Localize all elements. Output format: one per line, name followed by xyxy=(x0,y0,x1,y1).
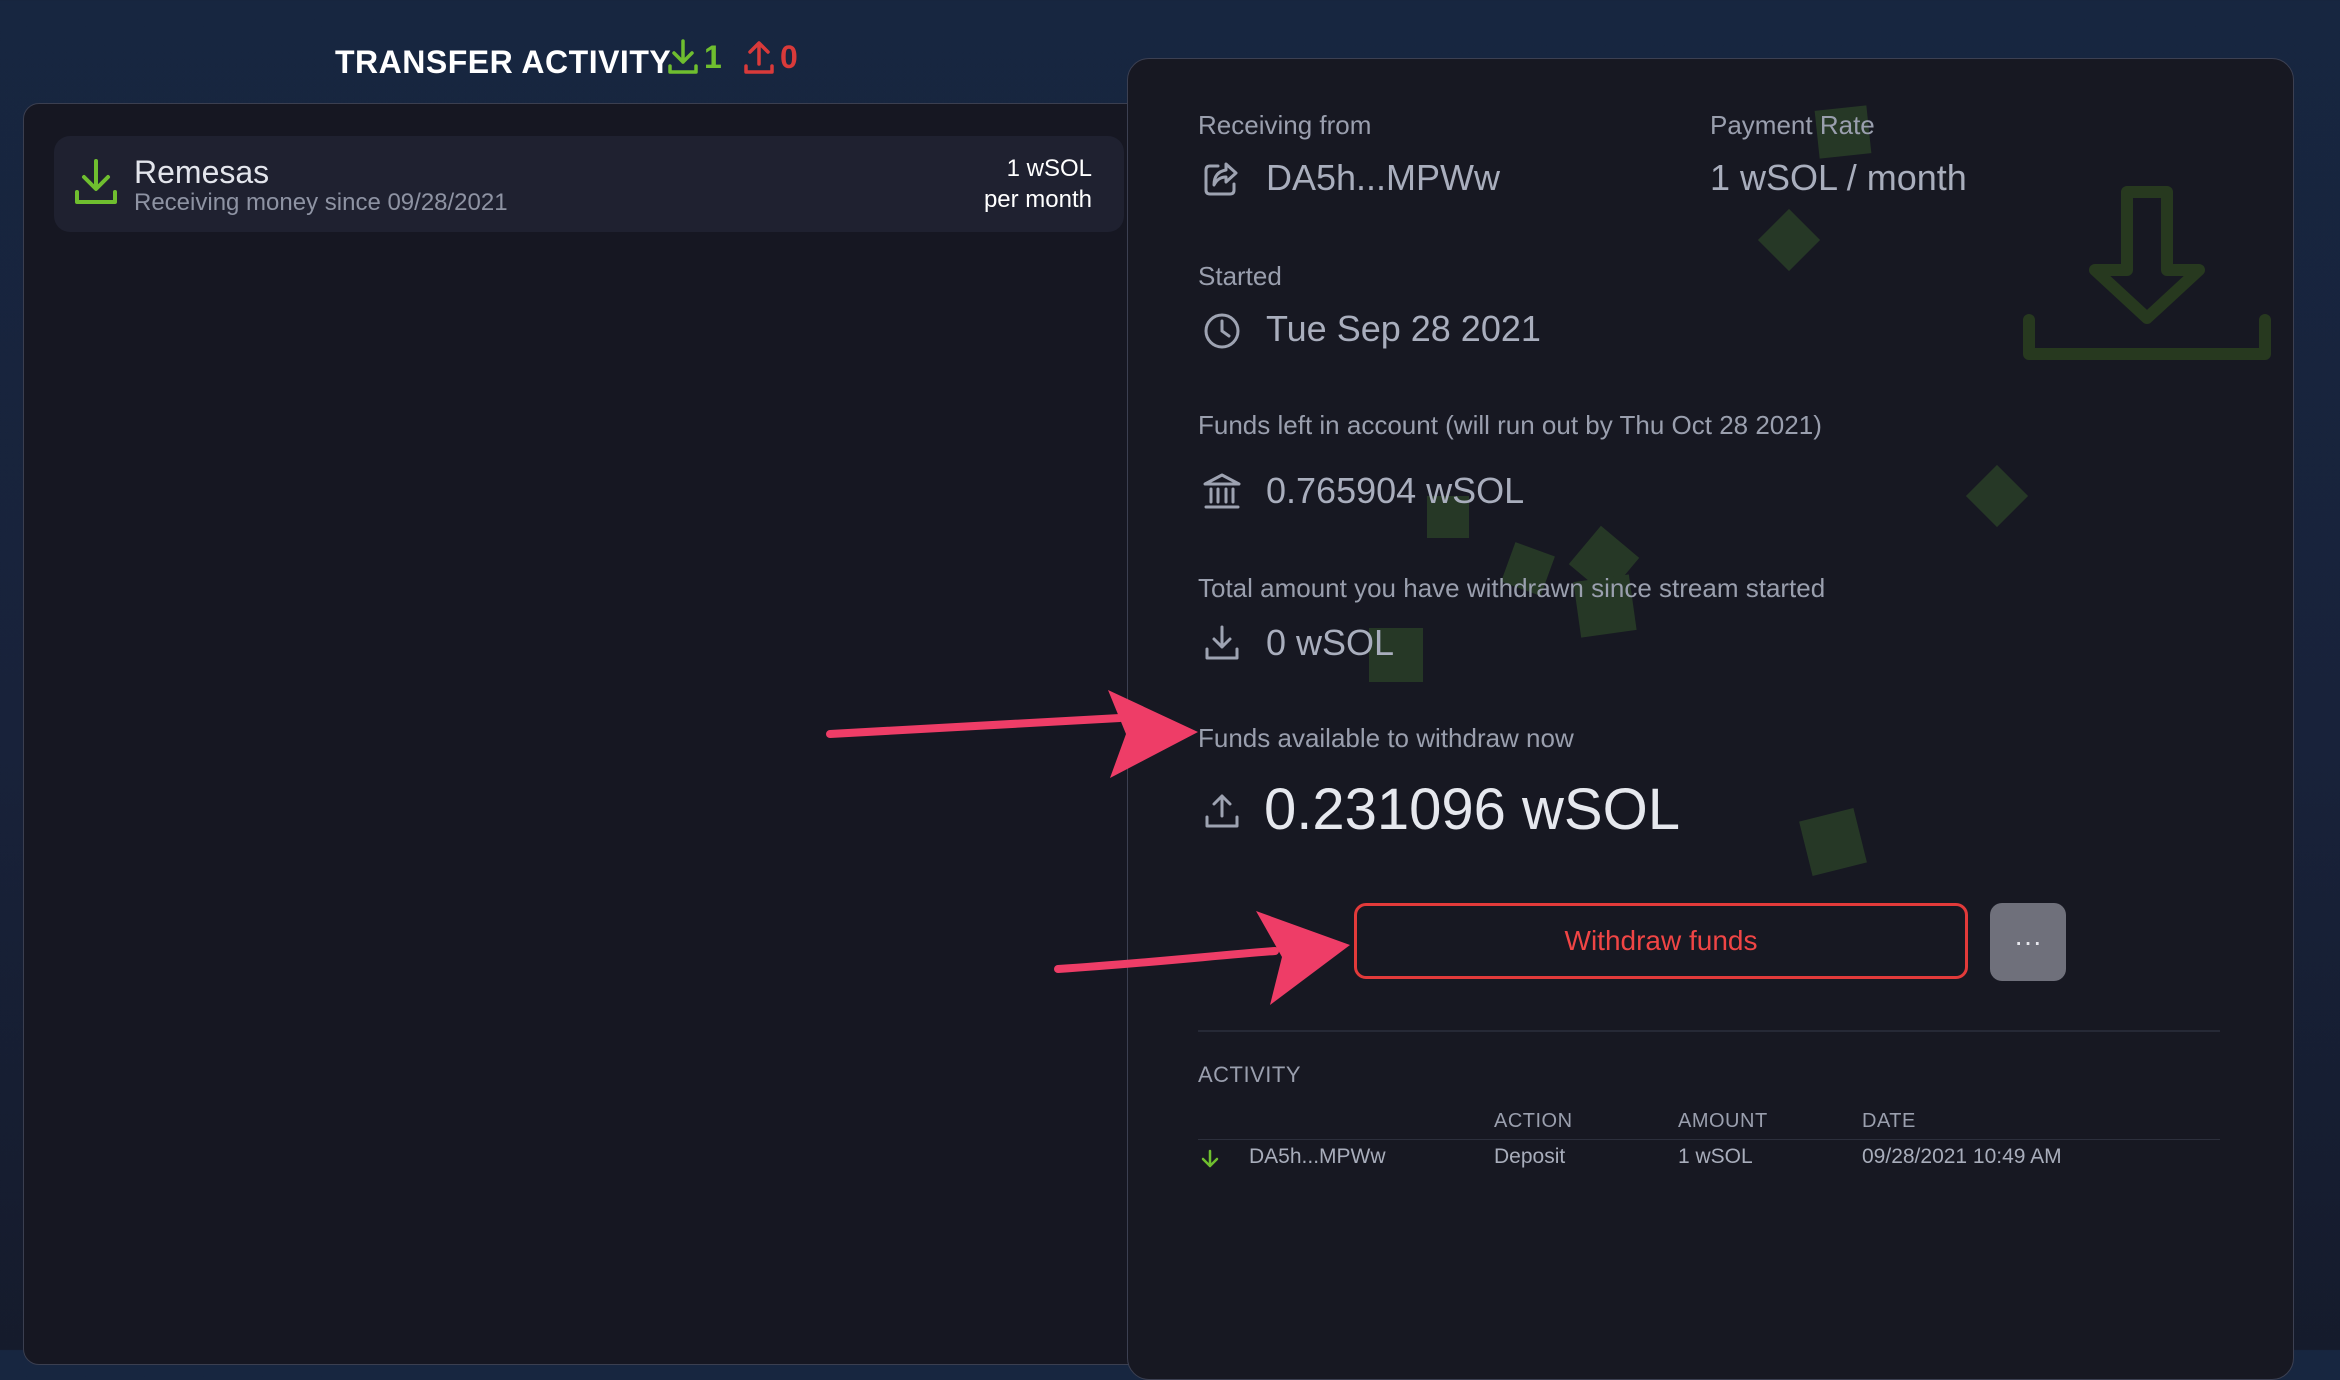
receiving-from-label: Receiving from xyxy=(1198,110,1372,140)
page-title: TRANSFER ACTIVITY xyxy=(335,44,672,80)
stream-rate-amount: 1 wSOL xyxy=(1006,155,1092,182)
arrow-down-icon xyxy=(1201,1149,1219,1168)
started-label: Started xyxy=(1198,261,1282,291)
outgoing-icon xyxy=(744,41,774,74)
outgoing-count: 0 xyxy=(780,38,798,75)
funds-left-label: Funds left in account (will run out by T… xyxy=(1198,410,1822,440)
download-icon xyxy=(1205,625,1239,660)
share-icon xyxy=(1204,162,1238,196)
annotation-arrow-available xyxy=(826,690,1198,778)
withdraw-funds-button[interactable]: Withdraw funds xyxy=(1354,903,1968,979)
column-header-action: ACTION xyxy=(1494,1110,1573,1132)
divider xyxy=(1198,1030,2220,1032)
available-value: 0.231096 wSOL xyxy=(1264,777,1680,842)
stream-subtitle: Receiving money since 09/28/2021 xyxy=(134,189,508,216)
row-amount: 1 wSOL xyxy=(1678,1145,1753,1168)
activity-title: ACTIVITY xyxy=(1198,1062,1302,1087)
incoming-icon xyxy=(668,39,698,74)
incoming-stream-icon xyxy=(75,159,117,204)
clock-icon xyxy=(1204,313,1240,349)
table-divider xyxy=(1198,1139,2220,1140)
stream-name: Remesas xyxy=(134,154,270,190)
available-label: Funds available to withdraw now xyxy=(1198,723,1574,753)
receiving-from-value: DA5h...MPWw xyxy=(1266,157,1501,198)
stream-rate-period: per month xyxy=(983,186,1092,213)
row-from: DA5h...MPWw xyxy=(1249,1145,1386,1168)
started-value: Tue Sep 28 2021 xyxy=(1266,308,1541,349)
more-options-button[interactable]: ··· xyxy=(1990,903,2066,981)
row-date: 09/28/2021 10:49 AM xyxy=(1862,1145,2062,1168)
payment-rate-label: Payment Rate xyxy=(1710,110,1875,140)
incoming-count: 1 xyxy=(704,38,722,75)
annotation-arrow-withdraw xyxy=(1054,911,1350,1005)
payment-rate-value: 1 wSOL / month xyxy=(1710,157,1967,198)
incoming-streams-counter[interactable]: 1 xyxy=(666,38,722,76)
row-action: Deposit xyxy=(1494,1145,1566,1168)
stream-rate: 1 wSOL per month xyxy=(900,153,1092,215)
column-header-date: DATE xyxy=(1862,1110,1916,1132)
funds-left-value: 0.765904 wSOL xyxy=(1266,470,1525,511)
withdrawn-label: Total amount you have withdrawn since st… xyxy=(1198,573,1826,603)
outgoing-streams-counter[interactable]: 0 xyxy=(742,38,798,76)
withdrawn-value: 0 wSOL xyxy=(1266,622,1395,663)
column-header-amount: AMOUNT xyxy=(1678,1110,1768,1132)
bank-icon xyxy=(1203,473,1241,509)
upload-icon xyxy=(1205,794,1239,828)
